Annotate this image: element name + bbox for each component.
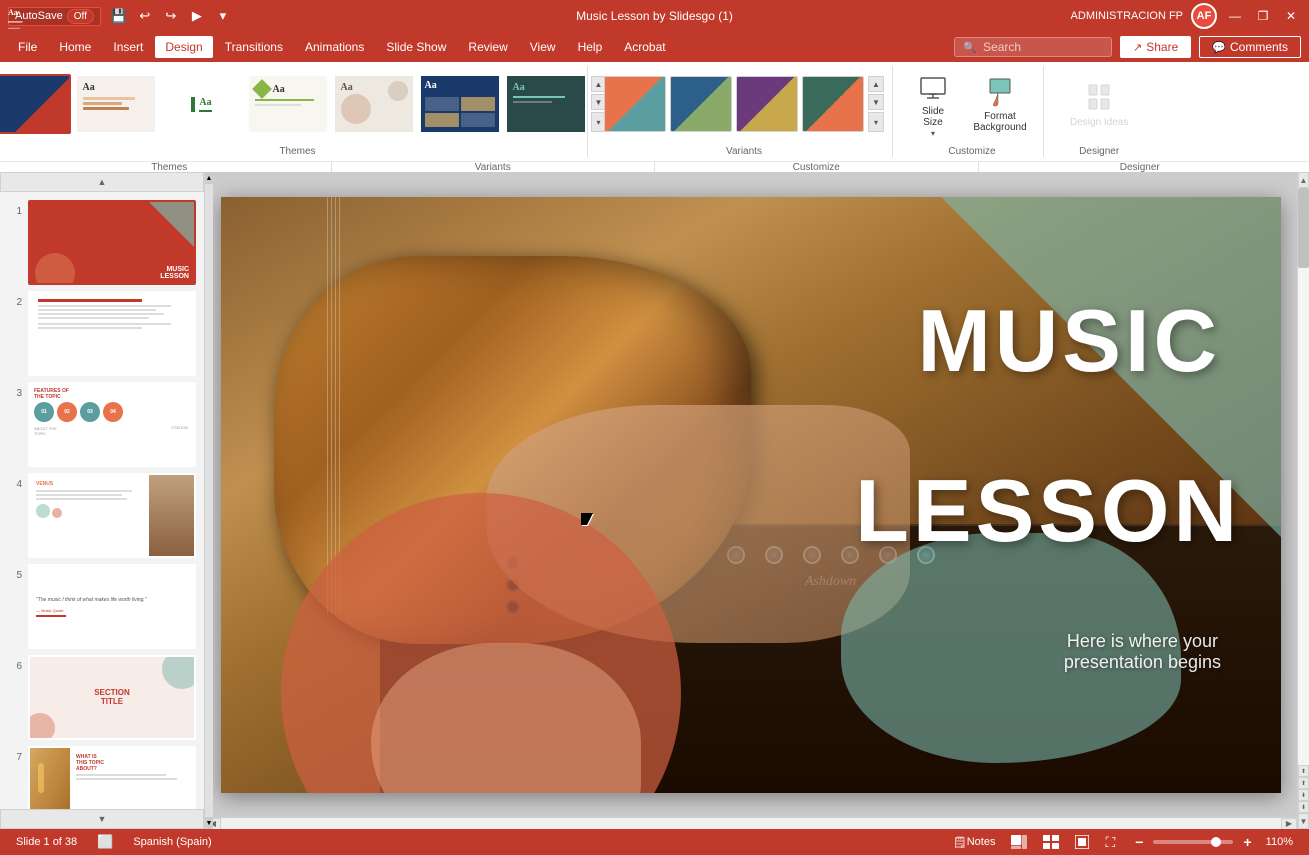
- themes-section: Aa ━━━━ ━━━━ Aa: [8, 66, 588, 157]
- design-ideas-label: Design Ideas: [1070, 117, 1128, 128]
- slide-thumb-wrapper-6[interactable]: 6 SECTIONTITLE: [8, 655, 196, 740]
- theme-item-2[interactable]: Aa: [75, 74, 157, 134]
- design-ideas-button-wrap: Design Ideas: [1064, 66, 1134, 142]
- slide-subtitle: LESSON: [855, 467, 1241, 555]
- slide-body: Here is where yourpresentation begins: [1064, 631, 1221, 673]
- main-slide[interactable]: Ashdown: [221, 197, 1281, 793]
- ribbon-content: Aa ━━━━ ━━━━ Aa: [0, 62, 1309, 161]
- design-ideas-icon: [1081, 81, 1117, 117]
- slide-thumb-wrapper-3[interactable]: 3 FEATURES OFTHE TOPIC 01 02 03 04 ABOUT…: [8, 382, 196, 467]
- slide-container: Ashdown: [205, 172, 1297, 817]
- main-scroll-down[interactable]: ▼: [205, 817, 213, 829]
- design-ideas-button[interactable]: Design Ideas: [1064, 77, 1134, 132]
- slide-thumb-1[interactable]: MUSICLESSON: [28, 200, 196, 285]
- main-scroll-up[interactable]: ▲: [205, 172, 213, 184]
- bottom-scrollbar: ◀ ▶: [205, 817, 1297, 829]
- scroll-right-button[interactable]: ▶: [1281, 818, 1297, 830]
- slide-thumb-6[interactable]: SECTIONTITLE: [28, 655, 196, 740]
- ribbon: Aa ━━━━ ━━━━ Aa: [0, 62, 1309, 172]
- themes-row: Aa ━━━━ ━━━━ Aa: [0, 66, 607, 142]
- slide-thumb-3[interactable]: FEATURES OFTHE TOPIC 01 02 03 04 ABOUT T…: [28, 382, 196, 467]
- slide-title: MUSIC: [917, 297, 1221, 385]
- slide-thumb-wrapper-1[interactable]: 1 MUSICLESSON: [8, 200, 196, 285]
- main-area: ▲ ▼: [205, 172, 1297, 829]
- zoom-slider[interactable]: [1153, 840, 1233, 844]
- left-gutter: ▲ ▼: [205, 172, 213, 829]
- theme-item-5[interactable]: Aa: [333, 74, 415, 134]
- theme-item-1[interactable]: Aa ━━━━ ━━━━: [0, 74, 71, 134]
